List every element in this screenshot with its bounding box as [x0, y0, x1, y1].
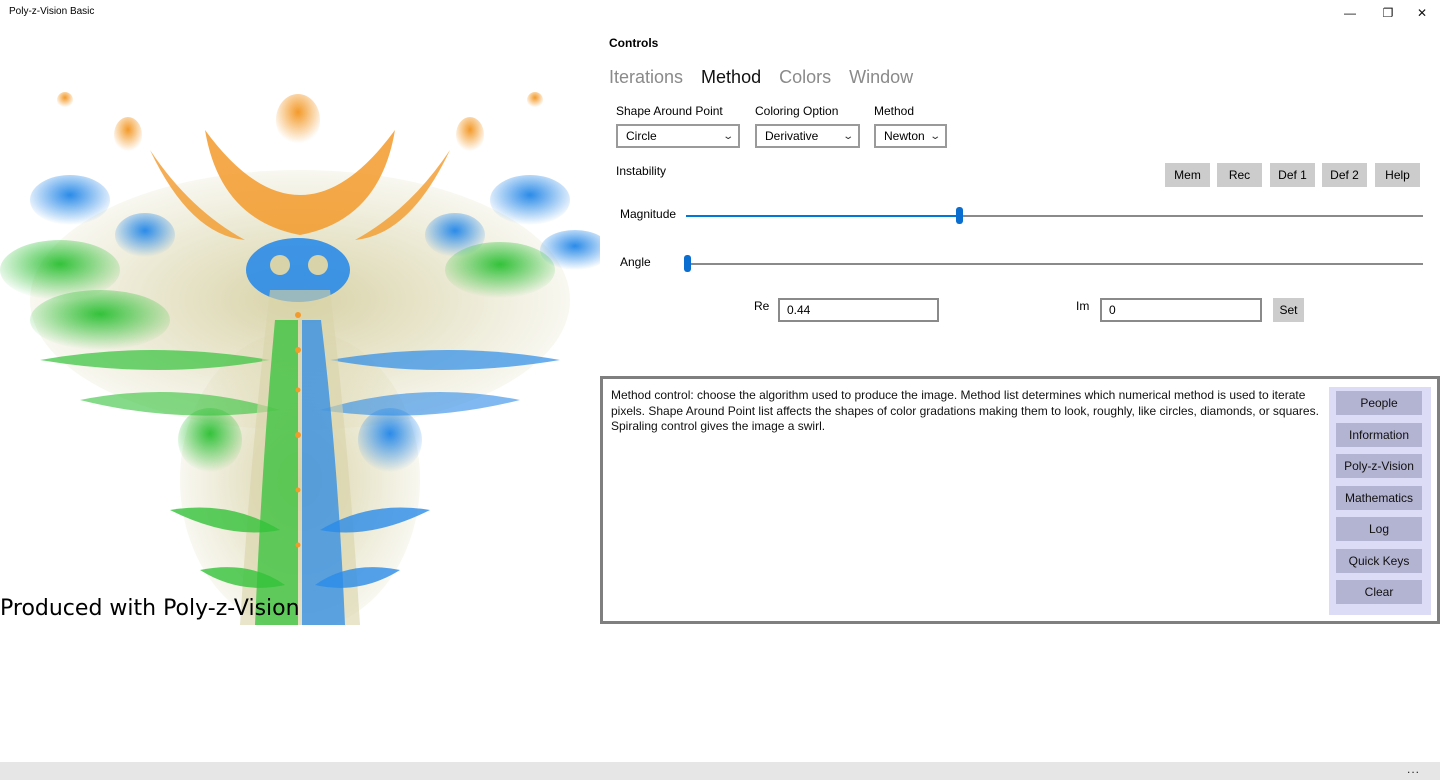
information-button[interactable]: Information — [1336, 423, 1422, 447]
re-label: Re — [754, 299, 770, 313]
controls-heading: Controls — [609, 36, 659, 50]
info-panel: Method control: choose the algorithm use… — [600, 376, 1440, 624]
def2-button[interactable]: Def 2 — [1322, 163, 1367, 187]
im-label: Im — [1076, 299, 1090, 313]
app-bar: ... — [0, 762, 1440, 780]
angle-label: Angle — [620, 255, 651, 269]
chevron-down-icon: ⌄ — [841, 130, 854, 142]
set-button[interactable]: Set — [1273, 298, 1304, 322]
chevron-down-icon: ⌄ — [928, 130, 941, 142]
minimize-icon[interactable]: — — [1332, 0, 1368, 26]
help-button[interactable]: Help — [1375, 163, 1420, 187]
log-button[interactable]: Log — [1336, 517, 1422, 541]
people-button[interactable]: People — [1336, 391, 1422, 415]
watermark-text: Produced with Poly-z-Vision — [0, 596, 300, 621]
magnitude-fill — [686, 215, 959, 217]
more-options-icon[interactable]: ... — [1407, 762, 1420, 776]
im-input[interactable]: 0 — [1100, 298, 1262, 322]
close-icon[interactable]: ✕ — [1404, 0, 1440, 26]
coloring-value: Derivative — [765, 129, 819, 143]
def1-button[interactable]: Def 1 — [1270, 163, 1315, 187]
quick-keys-button[interactable]: Quick Keys — [1336, 549, 1422, 573]
tab-iterations[interactable]: Iterations — [609, 67, 683, 88]
fractal-image[interactable]: Produced with Poly-z-Vision — [0, 60, 600, 625]
shape-value: Circle — [626, 129, 657, 143]
method-dropdown[interactable]: Newton ⌄ — [874, 124, 947, 148]
mathematics-button[interactable]: Mathematics — [1336, 486, 1422, 510]
re-input[interactable]: 0.44 — [778, 298, 939, 322]
coloring-label: Coloring Option — [755, 104, 839, 118]
info-text: Method control: choose the algorithm use… — [611, 388, 1319, 433]
coloring-dropdown[interactable]: Derivative ⌄ — [755, 124, 860, 148]
window-title: Poly-z-Vision Basic — [9, 6, 95, 17]
poly-z-vision-button[interactable]: Poly-z-Vision — [1336, 454, 1422, 478]
restore-icon[interactable]: ❐ — [1370, 0, 1406, 26]
instability-label: Instability — [616, 164, 667, 178]
magnitude-thumb[interactable] — [955, 207, 963, 224]
tab-method[interactable]: Method — [701, 67, 761, 88]
angle-thumb[interactable] — [684, 255, 691, 272]
shape-dropdown[interactable]: Circle ⌄ — [616, 124, 740, 148]
mem-button[interactable]: Mem — [1165, 163, 1210, 187]
fractal-graphic — [0, 92, 600, 625]
shape-label: Shape Around Point — [616, 104, 723, 118]
method-value: Newton — [884, 129, 925, 143]
title-bar: Poly-z-Vision Basic — ❐ ✕ — [0, 0, 1440, 26]
tab-colors[interactable]: Colors — [779, 67, 831, 88]
magnitude-label: Magnitude — [620, 207, 677, 221]
side-button-panel: People Information Poly-z-Vision Mathema… — [1329, 387, 1431, 615]
angle-track[interactable] — [686, 263, 1423, 265]
method-label: Method — [874, 104, 915, 118]
clear-button[interactable]: Clear — [1336, 580, 1422, 604]
chevron-down-icon: ⌄ — [721, 130, 734, 142]
tab-bar: Iterations Method Colors Window — [609, 67, 931, 88]
tab-window[interactable]: Window — [849, 67, 913, 88]
rec-button[interactable]: Rec — [1217, 163, 1262, 187]
